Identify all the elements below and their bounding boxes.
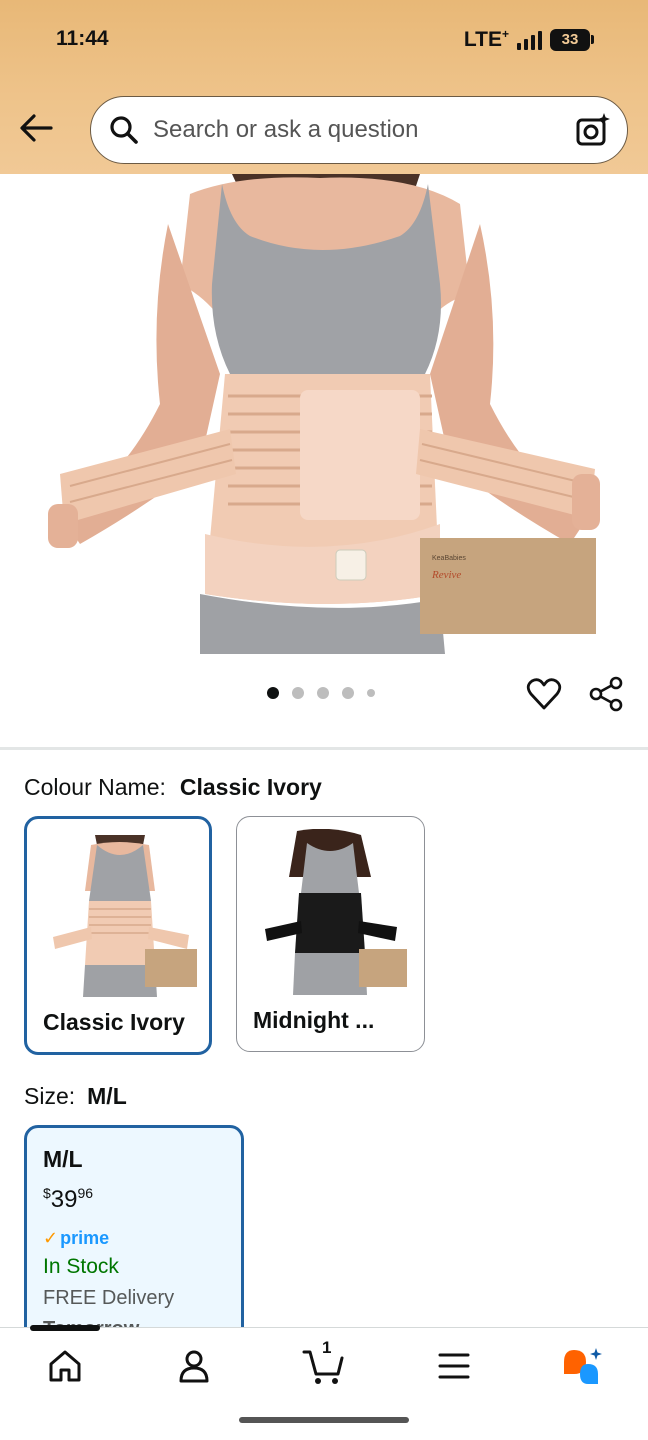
nav-cart[interactable]: 1 (302, 1338, 346, 1388)
price-symbol: $ (43, 1185, 51, 1201)
share-button[interactable] (588, 676, 626, 712)
delivery-info: FREE Delivery (43, 1287, 175, 1309)
search-bar[interactable]: Search or ask a question (90, 96, 628, 164)
nav-menu[interactable] (432, 1344, 476, 1388)
size-row: Size: M/L (24, 1083, 127, 1110)
cart-count: 1 (322, 1338, 332, 1357)
menu-icon (438, 1353, 470, 1379)
section-divider (0, 747, 648, 750)
heart-icon (526, 678, 562, 710)
battery-icon: 33 (550, 28, 594, 51)
status-icons: LTE+ 33 (464, 27, 594, 52)
pagination-dot[interactable] (367, 689, 375, 697)
camera-search-button[interactable] (575, 112, 611, 148)
swatch-label: Midnight ... (253, 1007, 375, 1033)
prime-label: prime (60, 1228, 110, 1248)
rufus-icon (564, 1348, 602, 1384)
svg-text:Revive: Revive (431, 569, 461, 581)
nav-home[interactable] (43, 1344, 87, 1388)
pagination-dot[interactable] (292, 687, 304, 699)
add-to-list-button[interactable] (526, 676, 562, 712)
prime-badge: ✓ prime (43, 1228, 225, 1249)
image-pagination (267, 687, 375, 699)
size-selected-value: M/L (87, 1083, 127, 1109)
active-tab-indicator (30, 1325, 100, 1331)
search-input[interactable]: Search or ask a question (153, 116, 575, 144)
price-whole: 39 (50, 1186, 78, 1213)
svg-text:KeaBabies: KeaBabies (432, 555, 466, 562)
colour-selected-value: Classic Ivory (179, 774, 322, 800)
share-icon (589, 676, 623, 712)
size-option-name: M/L (43, 1146, 83, 1172)
status-time: 11:44 (56, 27, 109, 50)
pagination-dot[interactable] (267, 687, 279, 699)
colour-name-row: Colour Name: Classic Ivory (24, 774, 322, 801)
back-button[interactable] (16, 108, 56, 148)
bottom-navigation: 1 (0, 1325, 648, 1440)
search-icon (110, 116, 138, 144)
camera-sparkle-icon (576, 113, 610, 146)
size-option-m-l[interactable]: M/L $3996 ✓ prime In Stock FREE Delivery … (24, 1125, 244, 1355)
price: $3996 (43, 1185, 225, 1214)
prime-check-icon: ✓ (43, 1228, 59, 1248)
nav-account[interactable] (172, 1344, 216, 1388)
product-image[interactable]: KeaBabies Revive (0, 174, 648, 654)
size-label: Size: (24, 1083, 76, 1109)
system-home-indicator[interactable] (239, 1417, 409, 1423)
home-icon (49, 1350, 81, 1382)
header: 11:44 LTE+ 33 Search or ask a question (0, 0, 648, 174)
swatch-image (265, 829, 407, 995)
colour-option-midnight[interactable]: Midnight ... (236, 816, 425, 1052)
signal-icon (517, 30, 542, 50)
pagination-dot[interactable] (342, 687, 354, 699)
nav-rufus[interactable] (560, 1344, 604, 1388)
price-fraction: 96 (77, 1185, 94, 1201)
battery-level: 33 (561, 31, 579, 48)
network-type: LTE+ (463, 27, 509, 51)
colour-label: Colour Name: (24, 774, 166, 800)
account-icon (179, 1350, 209, 1383)
swatch-label: Classic Ivory (43, 1009, 185, 1035)
pagination-dot[interactable] (317, 687, 329, 699)
arrow-left-icon (20, 114, 53, 142)
colour-option-classic-ivory[interactable]: Classic Ivory (24, 816, 212, 1055)
stock-status: In Stock (43, 1255, 119, 1278)
product-photo: KeaBabies Revive (48, 174, 600, 654)
swatch-image (53, 835, 197, 997)
